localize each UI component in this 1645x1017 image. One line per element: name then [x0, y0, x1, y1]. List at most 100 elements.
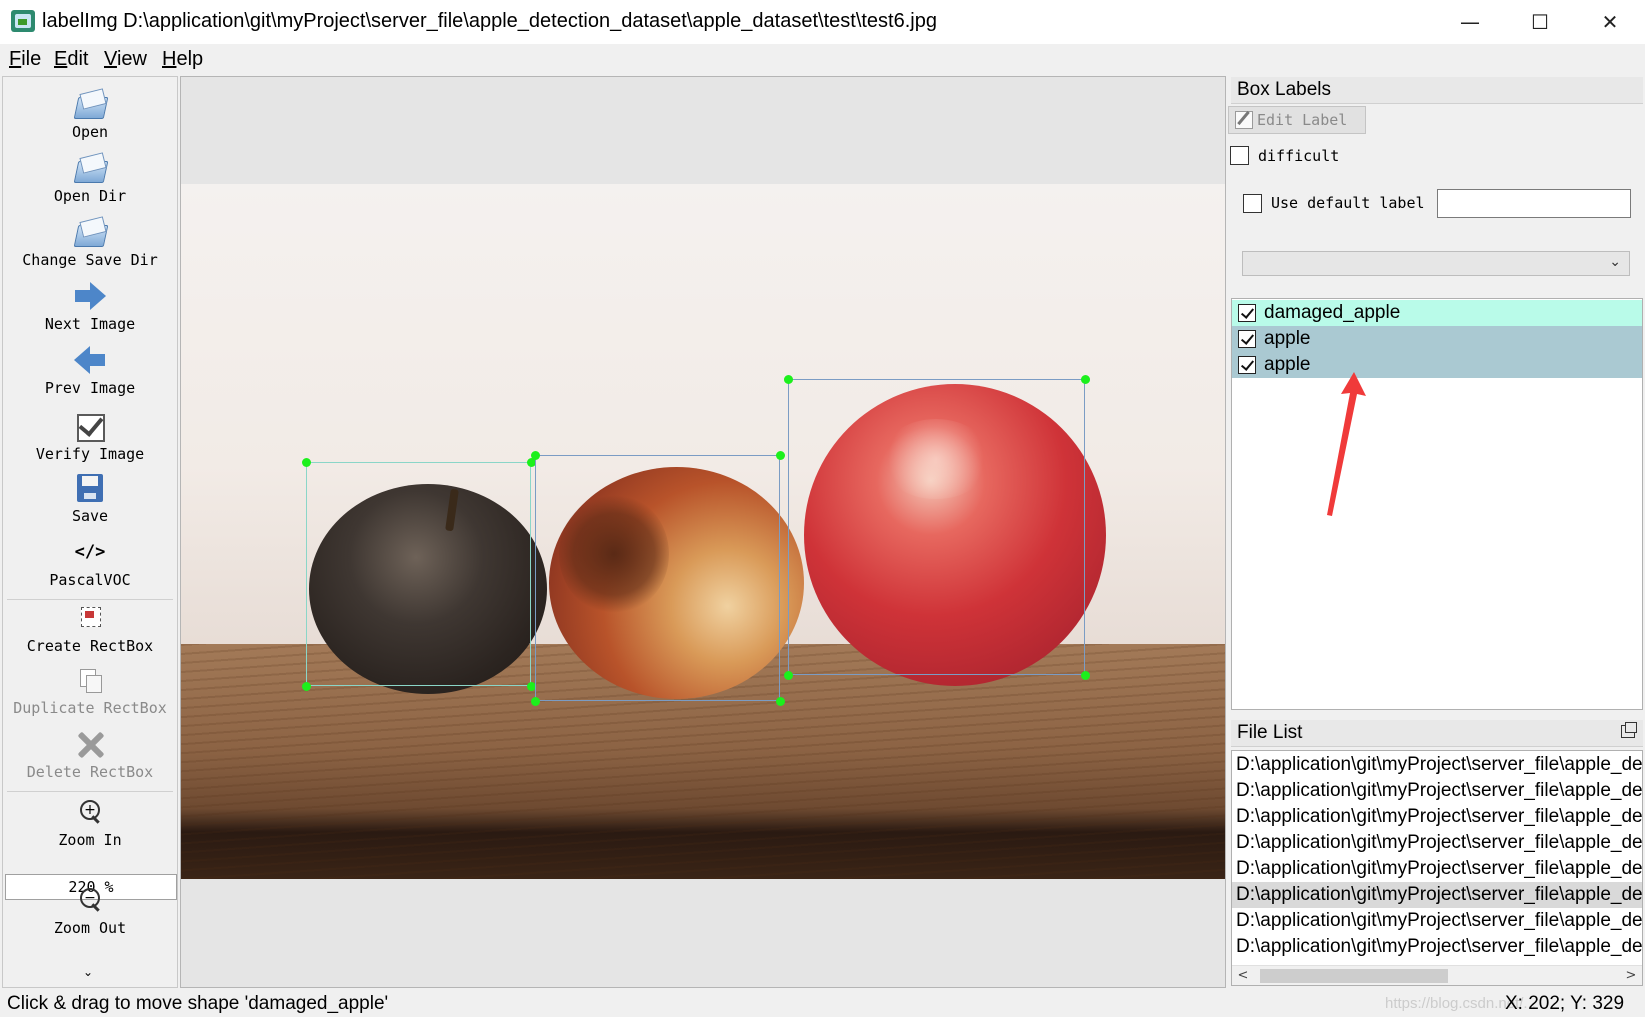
menu-file[interactable]: File	[9, 48, 41, 71]
file-list-item[interactable]: D:\application\git\myProject\server_file…	[1232, 830, 1642, 856]
label-combo-box[interactable]: ⌄	[1242, 251, 1630, 276]
label-item-text: apple	[1264, 354, 1311, 375]
open-button[interactable]: Open	[3, 87, 177, 141]
scroll-left-arrow-icon[interactable]: <	[1234, 966, 1252, 985]
zoom-out-label: Zoom Out	[53, 919, 127, 937]
scrollbar-thumb[interactable]	[1260, 969, 1448, 983]
annotation-red-arrow-icon	[1327, 372, 1366, 516]
bbox-handle[interactable]	[1080, 374, 1090, 384]
file-list-item[interactable]: D:\application\git\myProject\server_file…	[1232, 778, 1642, 804]
zoom-in-button[interactable]: + Zoom In	[3, 795, 177, 849]
bbox-apple[interactable]	[535, 455, 780, 701]
close-button[interactable]: ✕	[1575, 0, 1645, 44]
delete-rectbox-label: Delete RectBox	[26, 763, 154, 781]
label-item-text: damaged_apple	[1264, 302, 1401, 323]
verify-image-button[interactable]: Verify Image	[3, 409, 177, 463]
menu-view-mnemonic: V	[104, 48, 117, 70]
next-image-button[interactable]: Next Image	[3, 279, 177, 333]
next-image-label: Next Image	[44, 315, 136, 333]
default-label-input[interactable]	[1437, 189, 1631, 218]
bbox-apple[interactable]	[788, 379, 1085, 675]
bbox-handle[interactable]	[775, 450, 785, 460]
file-list-horizontal-scrollbar[interactable]: < >	[1232, 965, 1642, 985]
file-list-item[interactable]: D:\application\git\myProject\server_file…	[1232, 908, 1642, 934]
label-item[interactable]: apple	[1232, 326, 1642, 352]
code-tag-icon: </>	[74, 542, 106, 562]
status-bar: Click & drag to move shape 'damaged_appl…	[0, 990, 1645, 1017]
bbox-handle[interactable]	[301, 457, 311, 467]
edit-pencil-icon	[1235, 111, 1253, 129]
verify-check-icon	[73, 409, 107, 443]
menu-help-mnemonic: H	[162, 48, 177, 70]
file-list-item[interactable]: D:\application\git\myProject\server_file…	[1232, 752, 1642, 778]
menu-view[interactable]: View	[104, 48, 147, 71]
menu-file-label: ile	[21, 48, 42, 70]
open-dir-button[interactable]: Open Dir	[3, 151, 177, 205]
bbox-handle[interactable]	[530, 450, 540, 460]
save-button[interactable]: Save	[3, 471, 177, 525]
label-item[interactable]: apple	[1232, 352, 1642, 378]
prev-image-label: Prev Image	[44, 379, 136, 397]
maximize-button[interactable]: ☐	[1505, 0, 1575, 44]
open-label: Open	[71, 123, 109, 141]
label-list[interactable]: damaged_apple apple apple	[1231, 298, 1643, 710]
label-visibility-checkbox[interactable]	[1238, 356, 1256, 374]
delete-rectbox-button[interactable]: Delete RectBox	[3, 727, 177, 781]
duplicate-rectbox-label: Duplicate RectBox	[13, 699, 167, 717]
bbox-handle[interactable]	[783, 670, 793, 680]
menu-help[interactable]: Help	[162, 48, 203, 71]
folder-open-icon	[73, 87, 107, 121]
file-list-item[interactable]: D:\application\git\myProject\server_file…	[1232, 804, 1642, 830]
bbox-handle[interactable]	[530, 696, 540, 706]
float-window-icon[interactable]	[1621, 722, 1637, 738]
toolbar-extension-chevron-icon[interactable]: ⌄	[83, 965, 93, 979]
scroll-right-arrow-icon[interactable]: >	[1622, 966, 1640, 985]
bbox-handle[interactable]	[1080, 670, 1090, 680]
menu-bar: File Edit View Help	[0, 44, 1645, 74]
label-visibility-checkbox[interactable]	[1238, 304, 1256, 322]
menu-edit[interactable]: Edit	[54, 48, 88, 71]
zoom-out-icon: −	[73, 883, 107, 917]
file-list-item[interactable]: D:\application\git\myProject\server_file…	[1232, 934, 1642, 960]
zoom-out-sign: −	[84, 890, 96, 906]
title-bar: labelImg D:\application\git\myProject\se…	[0, 0, 1645, 44]
edit-label-text: Edit Label	[1257, 111, 1348, 129]
folder-open-icon	[73, 151, 107, 185]
create-rectbox-button[interactable]: Create RectBox	[3, 601, 177, 655]
file-list-item-selected[interactable]: D:\application\git\myProject\server_file…	[1232, 882, 1642, 908]
image-canvas[interactable]	[180, 76, 1226, 988]
menu-help-label: elp	[176, 48, 204, 70]
bbox-handle[interactable]	[783, 374, 793, 384]
toolbar-divider	[7, 599, 173, 600]
cursor-coordinates: X: 202; Y: 329	[1505, 993, 1625, 1014]
difficult-checkbox[interactable]	[1230, 146, 1249, 165]
change-save-dir-button[interactable]: Change Save Dir	[3, 215, 177, 269]
chevron-down-icon: ⌄	[1609, 254, 1621, 270]
difficult-label: difficult	[1258, 147, 1340, 165]
duplicate-rectbox-button[interactable]: Duplicate RectBox	[3, 663, 177, 717]
menu-view-label: iew	[116, 48, 147, 70]
zoom-in-sign: +	[84, 802, 96, 818]
create-rectbox-icon	[73, 601, 107, 635]
edit-label-button[interactable]: Edit Label	[1228, 106, 1366, 134]
label-visibility-checkbox[interactable]	[1238, 330, 1256, 348]
save-label: Save	[71, 507, 109, 525]
zoom-in-icon: +	[73, 795, 107, 829]
label-item[interactable]: damaged_apple	[1232, 300, 1642, 326]
bbox-handle[interactable]	[775, 696, 785, 706]
file-list[interactable]: D:\application\git\myProject\server_file…	[1231, 750, 1643, 986]
label-item-text: apple	[1264, 328, 1311, 349]
floppy-disk-icon	[73, 471, 107, 505]
format-pascalvoc-button[interactable]: </> PascalVOC	[3, 535, 177, 589]
bbox-damaged-apple[interactable]	[306, 462, 531, 686]
bbox-handle[interactable]	[301, 681, 311, 691]
menu-edit-mnemonic: E	[54, 48, 68, 70]
zoom-out-button[interactable]: − Zoom Out	[3, 883, 177, 937]
verify-image-label: Verify Image	[35, 445, 145, 463]
file-list-item[interactable]: D:\application\git\myProject\server_file…	[1232, 856, 1642, 882]
use-default-label-checkbox[interactable]	[1243, 194, 1262, 213]
use-default-label-text: Use default label	[1271, 194, 1425, 212]
minimize-button[interactable]: —	[1435, 0, 1505, 44]
prev-image-button[interactable]: Prev Image	[3, 343, 177, 397]
duplicate-icon	[73, 663, 107, 697]
